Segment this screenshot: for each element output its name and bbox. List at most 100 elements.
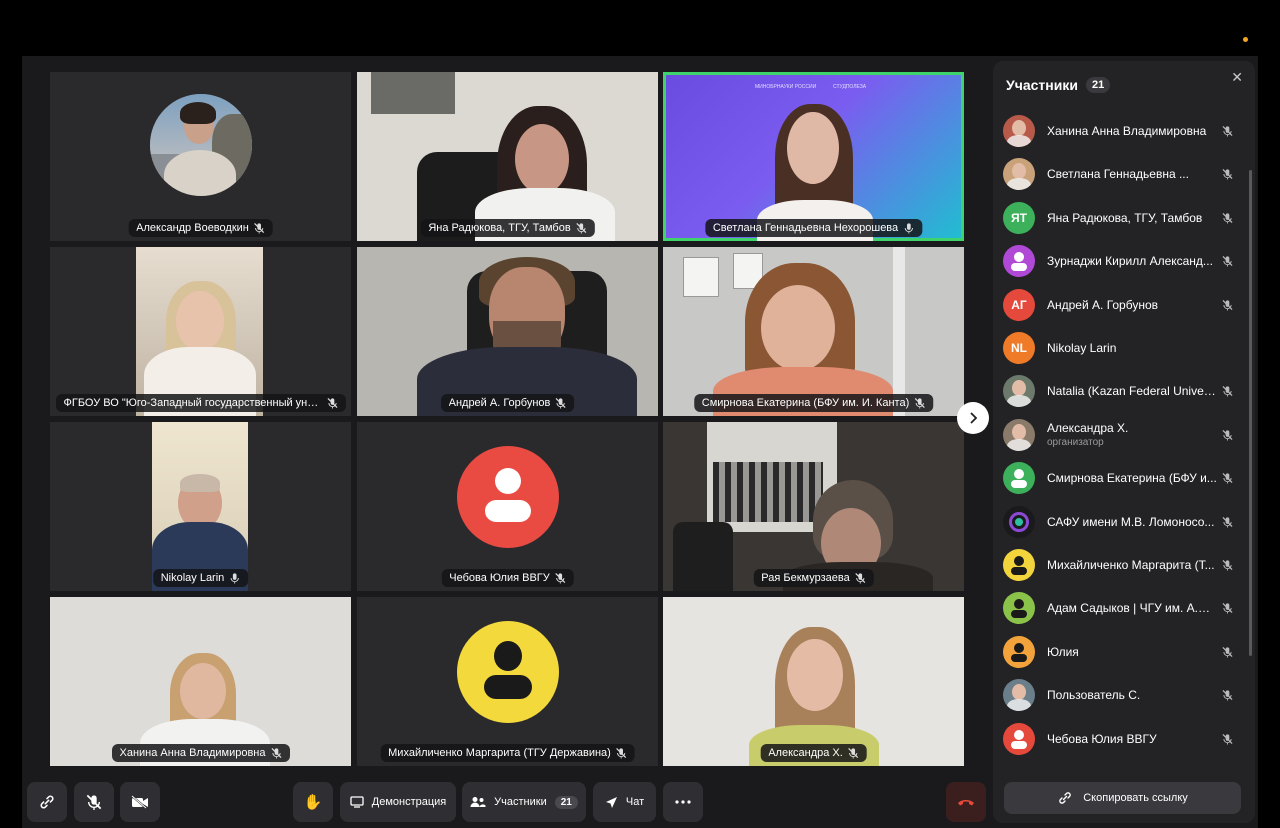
participant-name: Ханина Анна Владимировна [1047,124,1217,138]
screen-share-button[interactable]: Демонстрация [340,782,456,822]
participant-name: Андрей А. Горбунов [1047,298,1217,312]
participant-row[interactable]: Чебова Юлия ВВГУ [1003,719,1243,759]
video-feed [663,422,964,591]
participant-row[interactable]: Зурнаджи Кирилл Александ... [1003,241,1243,281]
participant-name-text: Natalia (Kazan Federal Univer... [1047,384,1217,399]
avatar [1003,375,1035,408]
video-tile-1[interactable]: Александр Воеводкин [50,72,351,241]
chat-label: Чат [625,796,645,808]
video-tile-3[interactable]: МИНОБРНАУКИ РОССИИ СТУДПОЛЕЗА Светлана Г… [663,72,964,241]
hang-up-button[interactable] [946,782,986,822]
mic-off-icon [1222,384,1233,397]
close-icon[interactable]: ✕ [1231,69,1243,86]
participant-name-text: Смирнова Екатерина (БФУ и... [1047,471,1217,486]
participant-name-text: САФУ имени М.В. Ломоносо... [1047,514,1215,529]
mic-off-icon [1222,645,1233,658]
chat-button[interactable]: Чат [593,782,656,822]
participant-name-text: Светлана Геннадьевна ... [1047,167,1189,182]
mic-off-icon [1222,428,1233,441]
copy-link-button[interactable]: Скопировать ссылку [1004,782,1241,814]
video-tile-2[interactable]: Яна Радюкова, ТГУ, Тамбов [357,72,658,241]
participant-name-text: Юлия [1047,644,1079,659]
participant-row[interactable]: Natalia (Kazan Federal Univer... [1003,371,1243,411]
avatar [1003,635,1035,668]
mic-off-icon [616,747,627,759]
mic-off-icon [1222,211,1233,224]
people-icon [470,797,486,807]
video-tile-11[interactable]: Михайличенко Маргарита (ТГУ Державина) [357,597,658,766]
mic-off-icon [555,397,566,409]
next-page-button[interactable] [957,402,989,434]
participant-row[interactable]: Ханина Анна Владимировна [1003,111,1243,151]
mic-toggle-button[interactable] [74,782,114,822]
participant-row[interactable]: Александра Х. организатор [1003,415,1243,455]
more-button[interactable] [663,782,703,822]
screen-share-label: Демонстрация [371,796,447,808]
participant-row[interactable]: АГ Андрей А. Горбунов [1003,285,1243,325]
participant-name-text: Ханина Анна Владимировна [1047,124,1207,138]
mic-off-icon [1222,167,1233,180]
send-icon [605,796,617,808]
participants-panel: Участники 21 ✕ Ханина Анна Владимировна С… [993,61,1255,823]
participants-count-badge: 21 [1085,77,1111,93]
mic-off-icon [1222,601,1233,614]
camera-toggle-button[interactable] [120,782,160,822]
mic-off-icon [254,222,265,234]
link-icon [1059,792,1071,804]
participant-row[interactable]: Юлия [1003,632,1243,672]
mic-off-icon [1222,558,1233,571]
mic-off-icon [270,747,282,759]
screen-share-icon [350,796,364,808]
link-icon [40,795,54,809]
participant-name: Чебова Юлия ВВГУ [1047,732,1217,746]
avatar [1003,722,1035,755]
participant-row[interactable]: Пользователь С. [1003,675,1243,715]
participant-name-tag: Чебова Юлия ВВГУ [441,569,574,587]
participant-name-tag: Александра Х. [760,744,867,762]
video-tile-5[interactable]: Андрей А. Горбунов [357,247,658,416]
avatar [456,621,559,723]
participants-button[interactable]: Участники 21 [462,782,586,822]
participant-row[interactable]: Адам Садыков | ЧГУ им. А.А.... [1003,588,1243,628]
mic-off-icon [326,397,338,409]
avatar [1003,592,1035,625]
participant-name-text: Александра Х. [1047,421,1129,436]
participant-row[interactable]: Михайличенко Маргарита (Т... [1003,545,1243,585]
participant-name: Смирнова Екатерина (БФУ и... [1047,471,1217,485]
participant-row[interactable]: NL Nikolay Larin [1003,328,1243,368]
video-tile-10[interactable]: Ханина Анна Владимировна [50,597,351,766]
avatar [456,446,559,548]
video-tile-4[interactable]: ФГБОУ ВО "Юго-Западный государственный у… [50,247,351,416]
participant-row[interactable]: Смирнова Екатерина (БФУ и... [1003,458,1243,498]
scrollbar[interactable] [1249,170,1252,656]
video-feed [663,597,964,766]
participants-list: Ханина Анна Владимировна Светлана Геннадь… [993,107,1255,771]
participant-row[interactable]: Светлана Геннадьевна ... [1003,154,1243,194]
video-tile-6[interactable]: Смирнова Екатерина (БФУ им. И. Канта) [663,247,964,416]
participant-row[interactable]: ЯТ Яна Радюкова, ТГУ, Тамбов [1003,198,1243,238]
video-tile-7[interactable]: Nikolay Larin [50,422,351,591]
video-tile-9[interactable]: Рая Бекмурзаева [663,422,964,591]
participant-name: Natalia (Kazan Federal Univer... [1047,384,1217,398]
mic-off-icon [1222,254,1233,267]
mic-off-icon [555,572,566,584]
participant-row[interactable]: САФУ имени М.В. Ломоносо... [1003,502,1243,542]
copy-link-label: Скопировать ссылку [1083,792,1188,804]
participant-name: Адам Садыков | ЧГУ им. А.А.... [1047,601,1217,615]
participant-name-text: Пользователь С. [1047,688,1141,703]
mic-off-icon [1222,298,1233,311]
video-tile-8[interactable]: Чебова Юлия ВВГУ [357,422,658,591]
video-feed [50,597,351,766]
participants-count-badge: 21 [554,795,578,809]
video-feed [152,422,248,591]
raise-hand-button[interactable]: ✋ [293,782,333,822]
notification-dot [1243,37,1248,42]
mic-off-icon [1222,515,1233,528]
video-feed [136,247,263,416]
avatar: ЯТ [1003,201,1035,234]
avatar [1003,679,1035,712]
video-tile-12[interactable]: Александра Х. [663,597,964,766]
participant-name-tag: ФГБОУ ВО "Юго-Западный государственный у… [55,394,346,412]
participant-name-text: Михайличенко Маргарита (Т... [1047,558,1215,572]
copy-invite-link-button[interactable] [27,782,67,822]
